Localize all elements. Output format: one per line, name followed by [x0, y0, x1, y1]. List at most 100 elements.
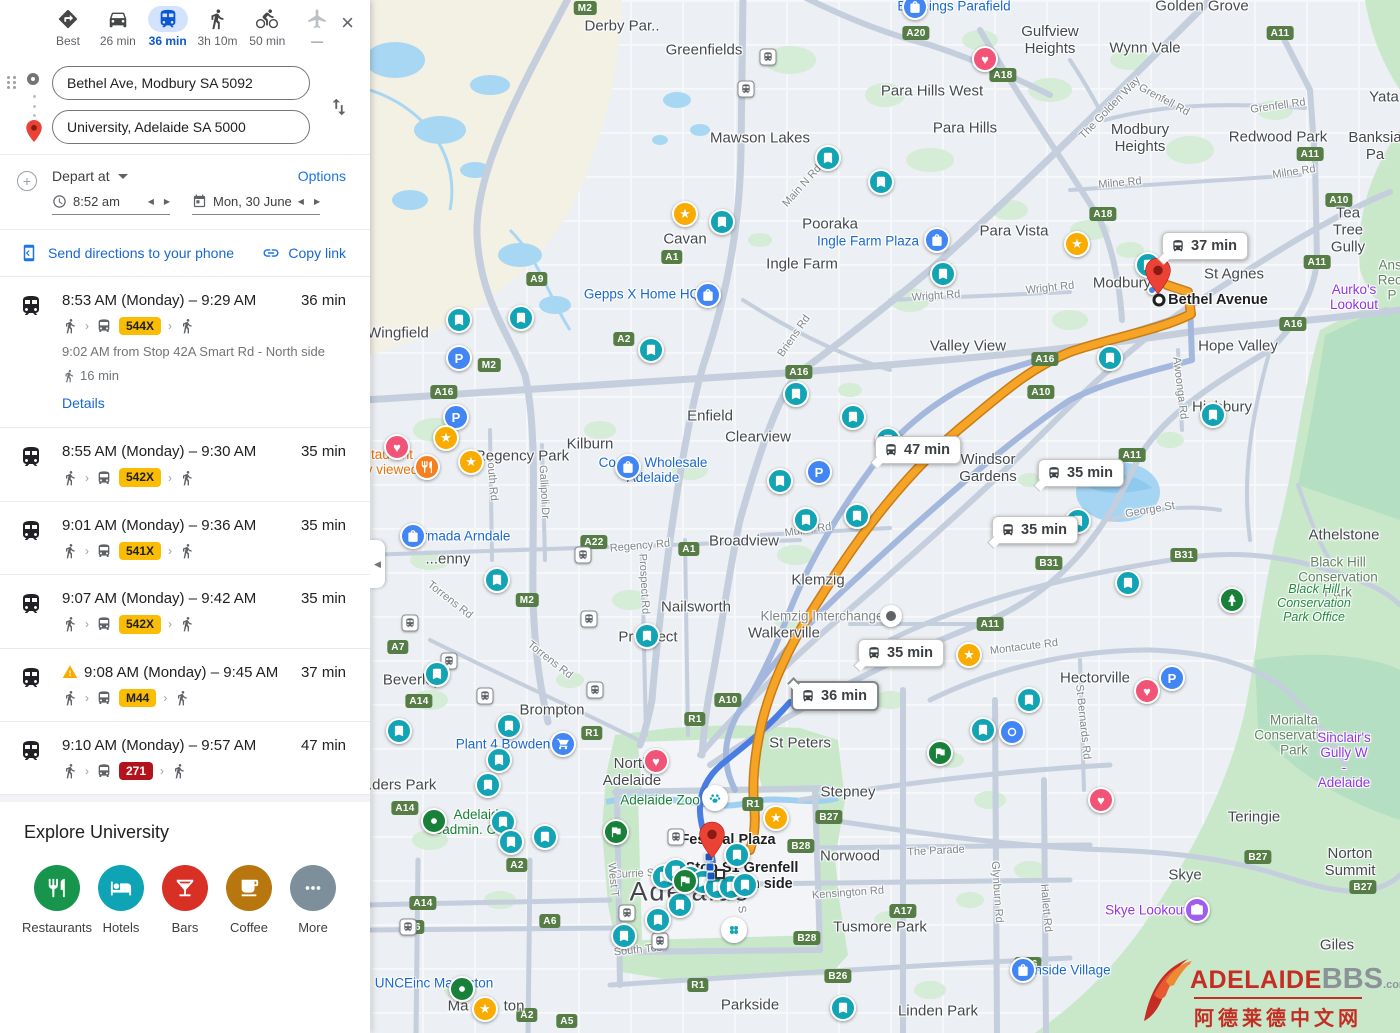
saved-place-pin[interactable] — [645, 907, 671, 933]
parking-pin[interactable]: P — [446, 345, 472, 371]
train-station-icon[interactable] — [738, 81, 755, 98]
lookout-camera-pin[interactable] — [1184, 897, 1210, 923]
route-details-link[interactable]: Details — [62, 395, 105, 411]
shopping-pin[interactable] — [1010, 957, 1036, 983]
saved-place-pin[interactable] — [634, 623, 660, 649]
saved-place-pin[interactable] — [724, 842, 750, 868]
explore-category-bars[interactable]: Bars — [154, 865, 216, 935]
collapse-sidebar-button[interactable]: ◀ — [370, 540, 385, 588]
saved-place-pin[interactable] — [767, 468, 793, 494]
starred-pin[interactable]: ★ — [763, 805, 789, 831]
saved-place-pin[interactable] — [930, 261, 956, 287]
saved-place-pin[interactable] — [496, 713, 522, 739]
route-option-3[interactable]: 9:01 AM (Monday) – 9:36 AM35 min›541X› — [0, 502, 370, 575]
favorite-heart-pin[interactable]: ♥ — [1088, 787, 1114, 813]
destination-input[interactable] — [52, 110, 310, 144]
date-prev-button[interactable]: ◀ — [298, 197, 304, 206]
store-pin[interactable] — [550, 731, 576, 757]
time-prev-button[interactable]: ◀ — [148, 197, 154, 206]
route-duration-badge[interactable]: 35 min — [992, 516, 1078, 544]
route-option-4[interactable]: 9:07 AM (Monday) – 9:42 AM35 min›542X› — [0, 575, 370, 648]
train-station-icon[interactable] — [400, 919, 417, 936]
swap-origin-destination-button[interactable] — [328, 94, 352, 122]
saved-place-pin[interactable] — [830, 995, 856, 1021]
red-location-pin[interactable] — [1145, 256, 1172, 296]
copy-link-button[interactable]: Copy link — [262, 244, 346, 262]
flag-pin[interactable] — [927, 740, 953, 766]
saved-place-pin[interactable] — [1200, 402, 1226, 428]
travel-mode-—[interactable]: — — [295, 6, 339, 48]
favorite-heart-pin[interactable]: ♥ — [643, 748, 669, 774]
route-duration-badge[interactable]: 35 min — [858, 639, 944, 667]
saved-place-pin[interactable] — [844, 503, 870, 529]
travel-mode-3h-10m[interactable]: 3h 10m — [195, 6, 239, 48]
saved-place-pin[interactable] — [1016, 687, 1042, 713]
train-station-icon[interactable] — [652, 933, 669, 950]
saved-place-pin[interactable] — [475, 772, 501, 798]
saved-place-pin[interactable] — [793, 507, 819, 533]
explore-category-restaurants[interactable]: Restaurants — [26, 865, 88, 935]
parking-pin[interactable]: P — [806, 459, 832, 485]
favorite-heart-pin[interactable]: ♥ — [972, 46, 998, 72]
train-station-icon[interactable] — [581, 611, 598, 628]
transit-stop-dot[interactable] — [706, 863, 715, 872]
date-next-button[interactable]: ▶ — [314, 197, 320, 206]
saved-place-pin[interactable] — [484, 567, 510, 593]
favorite-heart-pin[interactable]: ♥ — [384, 434, 410, 460]
starred-pin[interactable]: ★ — [458, 449, 484, 475]
saved-place-pin[interactable] — [970, 717, 996, 743]
blue-poi-pin[interactable] — [999, 719, 1025, 745]
selected-route-duration-badge[interactable]: 36 min — [791, 681, 879, 711]
saved-place-pin[interactable] — [815, 145, 841, 171]
interchange-stop-icon[interactable] — [880, 605, 902, 627]
saved-place-pin[interactable] — [532, 824, 558, 850]
explore-category-hotels[interactable]: Hotels — [90, 865, 152, 935]
green-dot-pin[interactable] — [449, 976, 475, 1002]
parking-pin[interactable]: P — [1159, 665, 1185, 691]
red-location-pin[interactable] — [699, 820, 726, 860]
saved-place-pin[interactable] — [1115, 570, 1141, 596]
map-canvas[interactable]: Derby Par..GreenfieldsMawson LakesPoorak… — [370, 0, 1400, 1033]
add-destination-icon[interactable]: + — [17, 171, 37, 191]
route-option-1[interactable]: 8:53 AM (Monday) – 9:29 AM36 min›544X›9:… — [0, 277, 370, 428]
saved-place-pin[interactable] — [840, 404, 866, 430]
explore-category-more[interactable]: More — [282, 865, 344, 935]
saved-place-pin[interactable] — [783, 381, 809, 407]
train-station-icon[interactable] — [587, 682, 604, 699]
transit-stop-square[interactable] — [715, 869, 725, 879]
starred-pin[interactable]: ★ — [472, 996, 498, 1022]
route-duration-badge[interactable]: 47 min — [875, 436, 961, 464]
shopping-pin[interactable] — [400, 523, 426, 549]
saved-place-pin[interactable] — [709, 209, 735, 235]
saved-place-pin[interactable] — [486, 747, 512, 773]
send-to-phone-button[interactable]: Send directions to your phone — [20, 244, 234, 262]
train-station-icon[interactable] — [619, 905, 636, 922]
close-directions-button[interactable]: × — [339, 6, 356, 34]
saved-place-pin[interactable] — [667, 892, 693, 918]
saved-place-pin[interactable] — [386, 718, 412, 744]
garden-pin[interactable] — [721, 917, 747, 943]
time-stepper[interactable]: 8:52 am ◀▶ — [52, 194, 170, 215]
green-dot-pin[interactable] — [421, 808, 447, 834]
travel-mode-26-min[interactable]: 26 min — [96, 6, 140, 48]
starred-pin[interactable]: ★ — [433, 425, 459, 451]
train-station-icon[interactable] — [760, 49, 777, 66]
saved-place-pin[interactable] — [732, 872, 758, 898]
explore-category-coffee[interactable]: Coffee — [218, 865, 280, 935]
favorite-heart-pin[interactable]: ♥ — [1134, 678, 1160, 704]
shopping-pin[interactable] — [924, 227, 950, 253]
route-duration-badge[interactable]: 37 min — [1162, 232, 1248, 260]
travel-mode-best[interactable]: Best — [46, 6, 90, 48]
train-station-icon[interactable] — [575, 547, 592, 564]
train-station-icon[interactable] — [477, 688, 494, 705]
train-station-icon[interactable] — [668, 829, 685, 846]
flag-pin[interactable] — [672, 868, 698, 894]
drag-handle-icon[interactable] — [7, 76, 21, 86]
saved-place-pin[interactable] — [508, 305, 534, 331]
route-option-2[interactable]: 8:55 AM (Monday) – 9:30 AM35 min›542X› — [0, 428, 370, 501]
saved-place-pin[interactable] — [424, 661, 450, 687]
flag-pin[interactable] — [603, 819, 629, 845]
zoo-paw-pin[interactable] — [702, 785, 728, 811]
travel-mode-36-min[interactable]: 36 min — [146, 6, 190, 48]
route-option-6[interactable]: 9:10 AM (Monday) – 9:57 AM47 min›271› — [0, 722, 370, 795]
